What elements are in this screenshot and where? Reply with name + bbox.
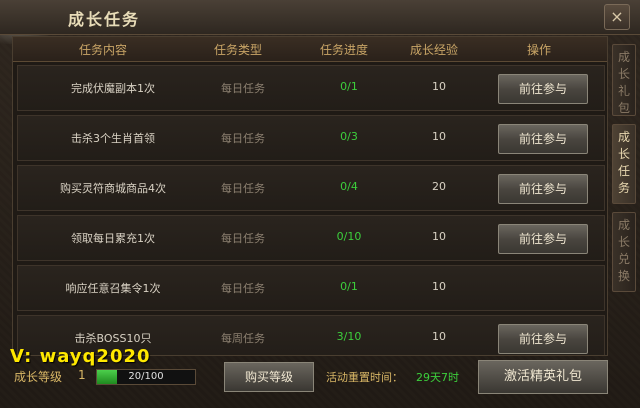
tab-growth-gift[interactable]: 成长礼包 xyxy=(612,44,636,116)
window-title: 成长任务 xyxy=(68,10,141,29)
tab-growth-exchange[interactable]: 成长兑换 xyxy=(612,212,636,292)
table-row: 响应任意召集令1次 每日任务 0/1 10 xyxy=(17,265,605,311)
task-exp: 10 xyxy=(432,80,446,93)
table-row: 领取每日累充1次 每日任务 0/10 10 前往参与 xyxy=(17,215,605,261)
go-participate-button[interactable]: 前往参与 xyxy=(498,124,588,154)
task-name: 领取每日累充1次 xyxy=(71,232,155,245)
task-name: 完成伏魔副本1次 xyxy=(71,82,155,95)
header-task-type: 任务类型 xyxy=(213,43,262,57)
task-type: 每日任务 xyxy=(221,132,265,145)
task-exp: 10 xyxy=(432,280,446,293)
buy-level-button[interactable]: 购买等级 xyxy=(224,362,314,392)
reset-time-label: 活动重置时间： xyxy=(326,371,403,384)
task-type: 每周任务 xyxy=(221,332,265,345)
task-name: 击杀BOSS10只 xyxy=(74,332,152,345)
table-row: 购买灵符商城商品4次 每日任务 0/4 20 前往参与 xyxy=(17,165,605,211)
task-type: 每日任务 xyxy=(221,282,265,295)
task-exp: 20 xyxy=(432,180,446,193)
growth-level-value: 1 xyxy=(78,368,86,382)
header-task-content: 任务内容 xyxy=(78,43,127,57)
tab-growth-task[interactable]: 成长任务 xyxy=(612,124,636,204)
task-exp: 10 xyxy=(432,130,446,143)
task-name: 击杀3个生肖首领 xyxy=(71,132,155,145)
table-header: 任务内容 任务类型 任务进度 成长经验 操作 xyxy=(13,37,607,62)
task-table: 任务内容 任务类型 任务进度 成长经验 操作 完成伏魔副本1次 每日任务 0/1… xyxy=(12,36,608,356)
watermark-text: V: wayq2020 xyxy=(10,346,151,367)
task-name: 购买灵符商城商品4次 xyxy=(60,182,166,195)
task-exp: 10 xyxy=(432,230,446,243)
exp-progress-bar: 20/100 xyxy=(96,369,196,385)
task-type: 每日任务 xyxy=(221,182,265,195)
task-type: 每日任务 xyxy=(221,82,265,95)
task-name: 响应任意召集令1次 xyxy=(65,282,161,295)
header-growth-exp: 成长经验 xyxy=(409,43,458,57)
go-participate-button[interactable]: 前往参与 xyxy=(498,324,588,354)
growth-task-window: 成长任务 × 任务内容 任务类型 任务进度 成长经验 操作 完成伏魔副本1次 每… xyxy=(0,0,640,408)
header-action: 操作 xyxy=(526,43,551,57)
tab-label: 成长兑换 xyxy=(617,218,630,283)
activate-elite-gift-button[interactable]: 激活精英礼包 xyxy=(478,360,608,394)
header-task-progress: 任务进度 xyxy=(319,43,368,57)
go-participate-button[interactable]: 前往参与 xyxy=(498,74,588,104)
go-participate-button[interactable]: 前往参与 xyxy=(498,224,588,254)
task-exp: 10 xyxy=(432,330,446,343)
exp-progress-text: 20/100 xyxy=(128,371,164,382)
close-button[interactable]: × xyxy=(604,4,630,30)
go-participate-button[interactable]: 前往参与 xyxy=(498,174,588,204)
task-type: 每日任务 xyxy=(221,232,265,245)
growth-level-label: 成长等级 xyxy=(14,370,63,384)
tab-label: 成长礼包 xyxy=(617,50,630,115)
table-row: 完成伏魔副本1次 每日任务 0/1 10 前往参与 xyxy=(17,65,605,111)
tab-label: 成长任务 xyxy=(617,130,630,195)
reset-time-value: 29天7时 xyxy=(416,371,459,384)
title-bar: 成长任务 × xyxy=(0,0,640,35)
table-row: 击杀3个生肖首领 每日任务 0/3 10 前往参与 xyxy=(17,115,605,161)
